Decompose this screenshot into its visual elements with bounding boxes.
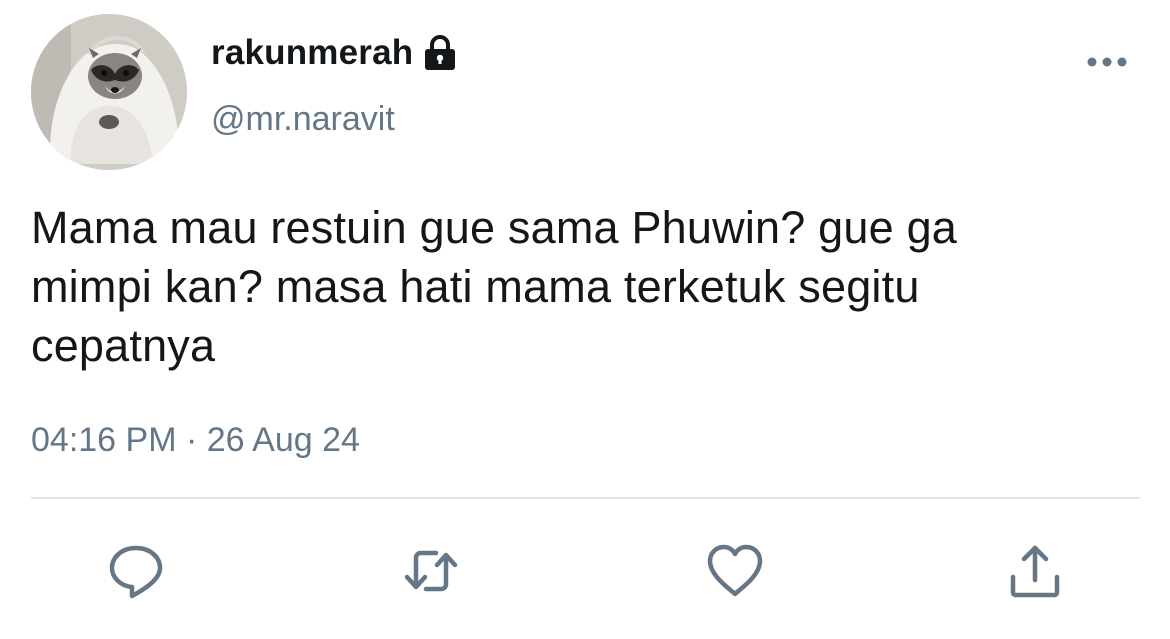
- share-upload-icon: [1010, 545, 1060, 598]
- tweet-timestamp[interactable]: 04:16 PM · 26 Aug 24: [31, 421, 360, 460]
- retweet-button[interactable]: [400, 540, 462, 602]
- like-button[interactable]: [704, 540, 766, 602]
- tweet-text: Mama mau restuin gue sama Phuwin? gue ga…: [31, 202, 958, 371]
- retweet-arrows-icon: [404, 550, 458, 592]
- tweet-time: 04:16 PM: [31, 421, 177, 459]
- tweet-date: 26 Aug 24: [206, 421, 360, 459]
- share-button[interactable]: [1004, 540, 1066, 602]
- raccoon-avatar-image: [31, 14, 187, 170]
- reply-button[interactable]: [105, 540, 167, 602]
- tweet-card: rakunmerah @mr.naravit Mama mau restuin …: [0, 0, 1170, 639]
- avatar[interactable]: [31, 14, 187, 170]
- user-handle[interactable]: @mr.naravit: [211, 100, 395, 139]
- divider: [31, 497, 1140, 499]
- display-name-row: rakunmerah: [211, 31, 457, 75]
- display-name[interactable]: rakunmerah: [211, 33, 413, 73]
- ellipsis-icon[interactable]: [1082, 50, 1132, 74]
- timestamp-separator: ·: [185, 421, 198, 459]
- lock-icon: [423, 34, 457, 71]
- heart-icon: [707, 544, 763, 597]
- speech-bubble-icon: [109, 545, 163, 599]
